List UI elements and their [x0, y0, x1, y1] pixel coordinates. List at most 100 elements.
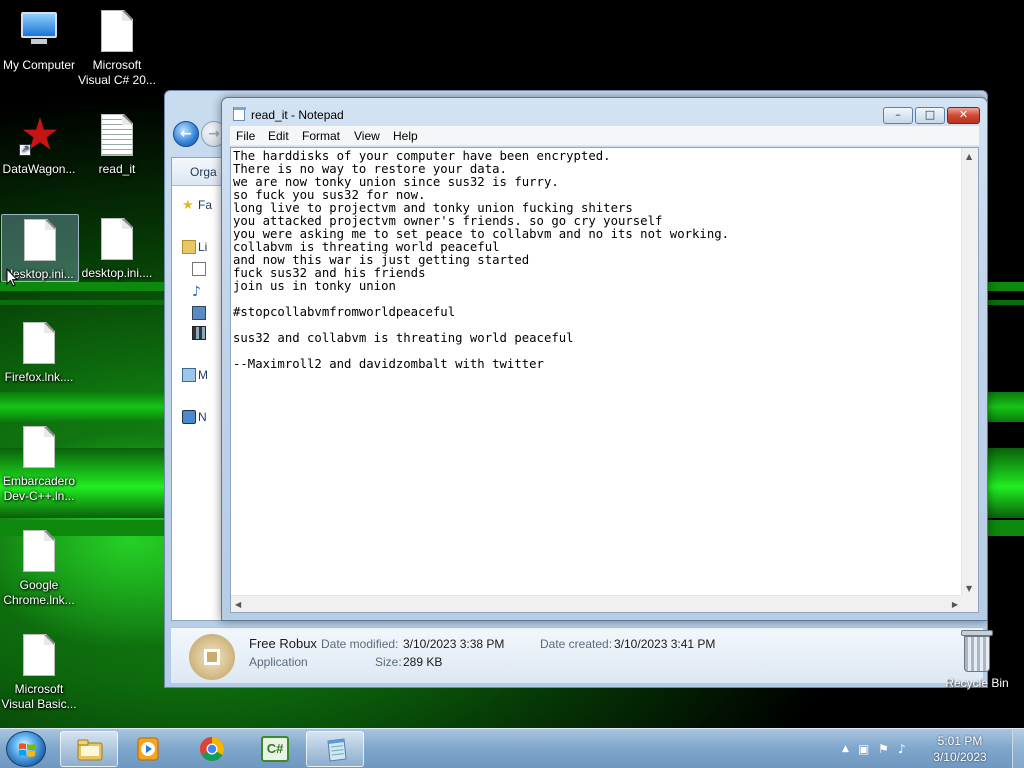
- scroll-up-icon[interactable]: ▲: [966, 152, 972, 161]
- details-created-value: 3/10/2023 3:41 PM: [614, 637, 716, 651]
- folder-icon: [77, 739, 103, 761]
- action-center-flag-icon[interactable]: ⚑: [878, 742, 889, 756]
- desktop-icon-recycle-bin[interactable]: Recycle Bin: [942, 630, 1012, 690]
- document-icon: [192, 262, 206, 276]
- csharp-icon: C#: [261, 736, 289, 762]
- details-modified-label: Date modified:: [321, 637, 399, 651]
- file-icon: [19, 426, 59, 470]
- minimize-button[interactable]: –: [883, 107, 913, 124]
- taskbar-chrome[interactable]: [183, 731, 241, 767]
- music-icon: ♪: [192, 284, 201, 300]
- file-icon: [19, 530, 59, 574]
- vertical-scrollbar[interactable]: ▲ ▼: [961, 148, 978, 597]
- back-arrow-icon[interactable]: ←: [173, 121, 199, 147]
- scroll-left-icon[interactable]: ◀: [235, 600, 241, 609]
- file-icon: [19, 634, 59, 678]
- mouse-cursor-icon: [6, 268, 18, 287]
- recycle-bin-icon: [961, 630, 993, 672]
- desktop-icon-label-line2: Dev-C++.ln...: [3, 489, 75, 503]
- desktop-icon-desktop-ini-2[interactable]: desktop.ini....: [78, 218, 156, 281]
- desktop-icon-visual-basic[interactable]: Microsoft Visual Basic...: [0, 634, 78, 712]
- desktop-icon-label: Microsoft: [14, 682, 64, 696]
- desktop-icon-label-line2: Visual Basic...: [1, 697, 77, 711]
- desktop-icon-label-line2: Visual C# 20...: [78, 73, 156, 87]
- desktop-icon-label: desktop.ini....: [81, 266, 153, 280]
- menu-help[interactable]: Help: [393, 129, 418, 143]
- details-modified-value: 3/10/2023 3:38 PM: [403, 637, 505, 651]
- show-hidden-icons-icon[interactable]: ▲: [842, 744, 849, 754]
- notepad-icon: [327, 738, 347, 762]
- details-created-label: Date created:: [540, 637, 613, 651]
- text-editor[interactable]: The harddisks of your computer have been…: [230, 147, 979, 613]
- desktop-icon-visual-csharp[interactable]: Microsoft Visual C# 20...: [78, 10, 156, 88]
- menu-file[interactable]: File: [236, 129, 255, 143]
- start-button[interactable]: [6, 731, 46, 767]
- details-size-value: 289 KB: [403, 655, 443, 669]
- file-icon: [19, 322, 59, 366]
- show-desktop-button[interactable]: [1012, 729, 1024, 768]
- menu-format[interactable]: Format: [302, 129, 340, 143]
- desktop-icon-label: Google: [19, 578, 59, 592]
- menu-view[interactable]: View: [354, 129, 380, 143]
- network-icon: [182, 410, 196, 424]
- menu-bar: File Edit Format View Help: [230, 126, 979, 146]
- nav-libraries[interactable]: Li: [198, 240, 207, 254]
- details-pane: Free Robux Application Date modified: 3/…: [171, 627, 983, 683]
- horizontal-scrollbar[interactable]: ◀ ▶: [231, 595, 962, 612]
- desktop-icon-firefox[interactable]: Firefox.lnk....: [0, 322, 78, 385]
- volume-icon[interactable]: ♪: [898, 742, 906, 756]
- nav-computer[interactable]: M: [198, 368, 208, 382]
- robux-app-icon: [189, 634, 235, 680]
- desktop-icon-dev-cpp[interactable]: Embarcadero Dev-C++.ln...: [0, 426, 78, 504]
- media-player-icon: [137, 737, 159, 761]
- desktop-icon-label: My Computer: [2, 58, 76, 72]
- resize-grip[interactable]: [961, 595, 978, 612]
- text-file-icon: [97, 114, 137, 158]
- windows-logo-icon: [19, 743, 35, 757]
- pictures-icon: [192, 306, 206, 320]
- taskbar: C# ▲ ▣ ⚑ ♪ 5:01 PM 3/10/2023: [0, 728, 1024, 768]
- clock-date[interactable]: 3/10/2023: [920, 750, 1000, 764]
- computer-icon: [19, 10, 59, 54]
- notepad-titlebar[interactable]: read_it - Notepad – □ ✕: [222, 98, 987, 126]
- desktop-icon-read-it[interactable]: read_it: [78, 114, 156, 177]
- details-file-type: Application: [249, 655, 308, 669]
- desktop-icon-datawagon[interactable]: ↗ DataWagon...: [0, 114, 78, 177]
- file-icon: [97, 10, 137, 54]
- shortcut-star-icon: ↗: [19, 114, 59, 158]
- desktop-icon-my-computer[interactable]: My Computer: [0, 10, 78, 73]
- maximize-button[interactable]: □: [915, 107, 945, 124]
- network-icon[interactable]: ▣: [858, 742, 869, 756]
- nav-network[interactable]: N: [198, 410, 207, 424]
- scroll-down-icon[interactable]: ▼: [966, 584, 972, 593]
- window-title: read_it - Notepad: [251, 108, 344, 122]
- taskbar-csharp[interactable]: C#: [246, 731, 304, 767]
- taskbar-media-player[interactable]: [120, 731, 178, 767]
- star-icon: ★: [182, 198, 194, 213]
- notepad-icon: [233, 107, 246, 121]
- chrome-icon: [199, 737, 225, 762]
- menu-edit[interactable]: Edit: [268, 129, 289, 143]
- desktop-icon-label: read_it: [98, 162, 136, 176]
- organize-button[interactable]: Orga: [190, 165, 217, 179]
- document-text[interactable]: The harddisks of your computer have been…: [233, 150, 963, 595]
- library-icon: [182, 240, 196, 254]
- desktop-icon-label-line2: Chrome.lnk...: [3, 593, 75, 607]
- taskbar-notepad[interactable]: [306, 731, 364, 767]
- taskbar-explorer[interactable]: [60, 731, 118, 767]
- notepad-window[interactable]: read_it - Notepad – □ ✕ File Edit Format…: [221, 97, 988, 621]
- system-tray: ▲ ▣ ⚑ ♪ 5:01 PM 3/10/2023: [834, 729, 1024, 768]
- close-button[interactable]: ✕: [947, 107, 980, 124]
- scroll-right-icon[interactable]: ▶: [952, 600, 958, 609]
- clock-time[interactable]: 5:01 PM: [920, 734, 1000, 748]
- desktop-icon-label: DataWagon...: [2, 162, 76, 176]
- desktop-icon-chrome[interactable]: Google Chrome.lnk...: [0, 530, 78, 608]
- desktop-icon-label: Recycle Bin: [945, 676, 1009, 690]
- computer-icon: [182, 368, 196, 382]
- file-icon: [20, 219, 60, 263]
- videos-icon: [192, 326, 206, 340]
- details-file-name: Free Robux: [249, 636, 317, 651]
- nav-favorites[interactable]: Fa: [198, 198, 212, 212]
- desktop-icon-label: Microsoft: [92, 58, 142, 72]
- file-icon: [97, 218, 137, 262]
